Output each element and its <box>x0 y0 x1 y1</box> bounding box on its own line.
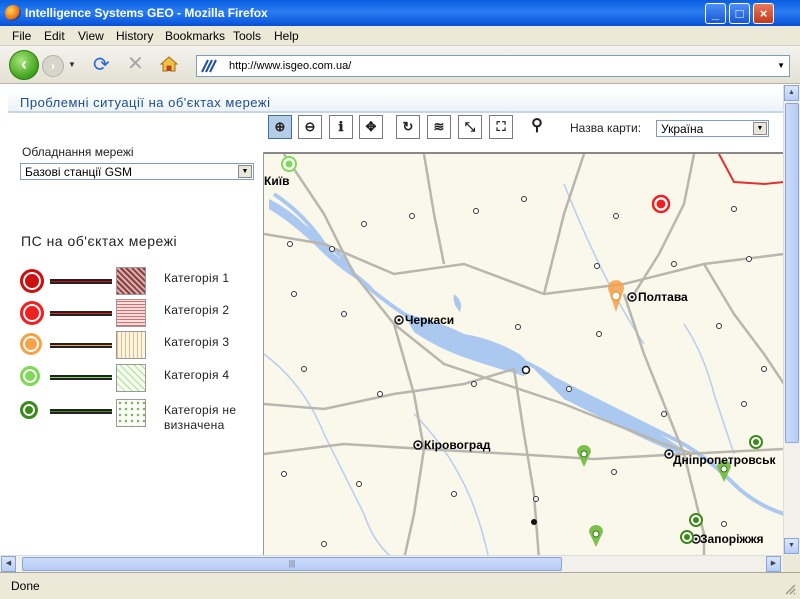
pan-icon[interactable]: ✥ <box>359 115 383 139</box>
close-button[interactable]: × <box>753 3 774 24</box>
category-2-icon[interactable] <box>651 194 671 214</box>
map-name-select[interactable]: Україна ▼ <box>656 120 769 137</box>
scrollbar-corner <box>783 555 800 572</box>
zoom-extent-icon[interactable]: ⤡ <box>458 115 482 139</box>
refresh-icon[interactable]: ↻ <box>396 115 420 139</box>
window-title-bar: Intelligence Systems GEO - Mozilla Firef… <box>0 0 800 26</box>
legend-item: Категорія 4 <box>20 364 260 394</box>
category-2-line <box>50 311 112 316</box>
chevron-down-icon[interactable]: ▼ <box>238 165 252 178</box>
category-2-swatch <box>116 299 146 327</box>
map-view[interactable]: Київ Полтава Черкаси Кіровоград Дніпропе… <box>263 152 783 555</box>
vertical-scroll-thumb[interactable] <box>785 103 799 443</box>
chevron-down-icon[interactable]: ▼ <box>753 122 767 135</box>
map-toolbar: ⊕ ⊖ ℹ ✥ ↻ ≋ ⤡ ⛶ ⚲ Назва карти: Україна ▼ <box>263 115 783 147</box>
horizontal-scroll-thumb[interactable]: ||| <box>22 557 562 571</box>
scroll-up-icon[interactable]: ▲ <box>784 85 799 101</box>
url-dropdown-icon[interactable]: ▼ <box>777 61 785 70</box>
status-bar: Done <box>0 572 800 599</box>
category-4-swatch <box>116 364 146 392</box>
firefox-icon <box>5 5 21 21</box>
info-icon[interactable]: ℹ <box>329 115 353 139</box>
category-undefined-swatch <box>116 399 146 427</box>
equipment-label: Обладнання мережі <box>22 145 134 159</box>
back-button[interactable]: ‹ <box>9 50 39 80</box>
city-label: Київ <box>264 174 290 188</box>
menu-file[interactable]: File <box>12 29 31 43</box>
legend-label: Категорія 3 <box>164 335 230 349</box>
status-text: Done <box>11 579 40 593</box>
url-text[interactable]: http://www.isgeo.com.ua/ <box>229 60 351 72</box>
scroll-left-icon[interactable]: ◀ <box>1 556 16 572</box>
category-3-line <box>50 343 112 348</box>
map-canvas[interactable] <box>264 154 783 555</box>
legend-item: Категорія 3 <box>20 331 260 361</box>
maximize-button[interactable]: □ <box>729 3 750 24</box>
category-4-icon <box>20 366 40 386</box>
site-favicon-icon <box>201 59 217 73</box>
menu-bookmarks[interactable]: Bookmarks <box>165 29 225 43</box>
page-title: Проблемні ситуації на об'єктах мережі <box>20 95 271 110</box>
page-header: Проблемні ситуації на об'єктах мережі <box>8 89 783 113</box>
find-icon[interactable]: ⚲ <box>525 115 549 139</box>
category-1-swatch <box>116 267 146 295</box>
full-screen-icon[interactable]: ⛶ <box>489 115 513 139</box>
window-title: Intelligence Systems GEO - Mozilla Firef… <box>25 6 268 20</box>
legend-item: Категорія 2 <box>20 299 260 329</box>
scroll-right-icon[interactable]: ▶ <box>766 556 781 572</box>
menu-history[interactable]: History <box>116 29 153 43</box>
vertical-scrollbar[interactable]: ▲ ▼ <box>783 85 800 555</box>
url-bar[interactable]: http://www.isgeo.com.ua/ ▼ <box>196 55 790 77</box>
equipment-select[interactable]: Базові станції GSM ▼ <box>20 163 254 180</box>
legend-item: Категорія не визначена <box>20 399 260 439</box>
resize-grip-icon[interactable] <box>784 583 796 595</box>
ps-heading: ПС на об'єктах мережі <box>21 233 178 249</box>
legend-item: Категорія 1 <box>20 267 260 297</box>
equipment-select-value: Базові станції GSM <box>25 165 133 179</box>
category-4-icon[interactable] <box>281 156 297 172</box>
map-name-label: Назва карти: <box>570 121 642 135</box>
category-3-icon <box>20 333 42 355</box>
category-undefined-icon[interactable] <box>749 435 763 449</box>
page-content: Проблемні ситуації на об'єктах мережі Об… <box>0 85 783 555</box>
category-1-icon <box>20 269 44 293</box>
history-dropdown-icon[interactable]: ▼ <box>68 60 76 69</box>
city-label: Черкаси <box>405 313 455 327</box>
menu-bar: File Edit View History Bookmarks Tools H… <box>0 26 800 46</box>
left-panel: Обладнання мережі Базові станції GSM ▼ П… <box>8 115 263 555</box>
city-label: Дніпропетровськ <box>673 453 776 467</box>
legend-label: Категорія 2 <box>164 303 230 317</box>
map-name-select-value: Україна <box>661 122 704 136</box>
menu-view[interactable]: View <box>78 29 104 43</box>
category-undefined-icon <box>20 401 38 419</box>
legend-label: Категорія не визначена <box>164 403 237 432</box>
menu-tools[interactable]: Tools <box>233 29 261 43</box>
zoom-out-icon[interactable]: ⊖ <box>298 115 322 139</box>
city-label: Запоріжжя <box>700 532 764 546</box>
legend-label: Категорія 4 <box>164 368 230 382</box>
scroll-down-icon[interactable]: ▼ <box>784 538 799 554</box>
stop-icon[interactable]: ✕ <box>127 54 144 74</box>
category-2-icon <box>20 301 44 325</box>
horizontal-scrollbar[interactable]: ◀ ||| ▶ <box>0 555 783 572</box>
navigation-toolbar: ‹ › ▼ ⟳ ✕ http://www.isgeo.com.ua/ ▼ <box>0 46 800 84</box>
layers-icon[interactable]: ≋ <box>427 115 451 139</box>
zoom-in-icon[interactable]: ⊕ <box>268 115 292 139</box>
category-3-swatch <box>116 331 146 359</box>
menu-help[interactable]: Help <box>274 29 299 43</box>
city-label: Кіровоград <box>424 438 491 452</box>
minimize-button[interactable]: _ <box>705 3 726 24</box>
menu-edit[interactable]: Edit <box>44 29 65 43</box>
forward-button[interactable]: › <box>42 55 64 77</box>
category-4-line <box>50 375 112 380</box>
category-1-line <box>50 279 112 284</box>
home-icon[interactable] <box>160 56 178 72</box>
reload-icon[interactable]: ⟳ <box>93 55 110 75</box>
legend-label: Категорія 1 <box>164 271 230 285</box>
category-undefined-line <box>50 409 112 414</box>
city-label: Полтава <box>638 290 688 304</box>
